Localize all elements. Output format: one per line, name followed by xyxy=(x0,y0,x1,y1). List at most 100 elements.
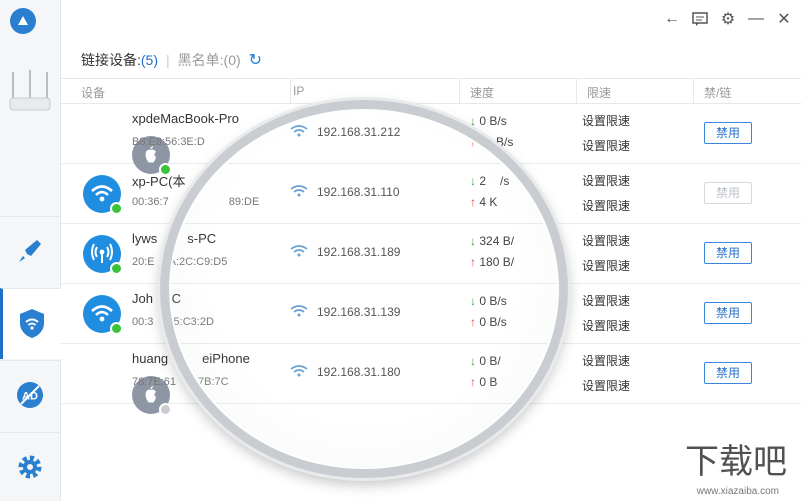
router-icon xyxy=(8,70,52,120)
ad-block-icon: AD xyxy=(15,380,45,413)
connected-count: (5) xyxy=(140,52,159,68)
down-arrow-icon: ↓ xyxy=(470,174,476,188)
device-mac-text: 00:3 xyxy=(132,316,154,328)
upload-speed-value: 0 B xyxy=(479,375,498,389)
upload-speed-value: 4 K xyxy=(479,195,498,209)
table-header: 设备 IP 速度 限速 禁/链 xyxy=(61,78,801,104)
device-ip: 192.168.31.212 xyxy=(317,125,401,139)
table-row: Joh PC 00:3 45:C3:2D 192.168.31.139 ↓ 0 B/… xyxy=(61,283,801,344)
device-mac-text: 78:7E:61 xyxy=(132,376,177,388)
download-speed: ↓ 324 B/ xyxy=(470,234,514,248)
device-mac: 00:3 45:C3:2D xyxy=(132,316,214,328)
rocket-icon xyxy=(15,236,45,269)
set-download-limit-link[interactable]: 设置限速 xyxy=(582,352,630,369)
tab-connected-label: 链接设备: xyxy=(81,52,141,68)
device-name-tail: PC xyxy=(162,291,182,306)
col-speed: 速度 xyxy=(470,86,495,100)
up-arrow-icon: ↑ xyxy=(470,315,476,329)
sidebar-item-settings[interactable] xyxy=(0,432,60,503)
sidebar: AD xyxy=(0,0,61,501)
set-upload-limit-link[interactable]: 设置限速 xyxy=(582,377,630,394)
hotspot-device-icon xyxy=(83,235,123,275)
device-tabs: 链接设备:(5) | 黑名单:(0) ↻ xyxy=(81,50,262,70)
device-name-text: xp-PC(本 xyxy=(132,174,186,189)
up-arrow-icon: ↑ xyxy=(470,255,476,269)
down-arrow-icon: ↓ xyxy=(470,234,476,248)
set-upload-limit-link[interactable]: 设置限速 xyxy=(582,137,630,154)
download-speed-value: 2 xyxy=(479,174,487,188)
device-mac-tail: 45:C3:2D xyxy=(167,316,214,328)
table-row: lyws s-PC 20:E A:2C:C9:D5 192.168.31.189 ↓… xyxy=(61,223,801,284)
col-limit: 限速 xyxy=(587,86,612,100)
device-mac: 78:7E:61 7B:7C xyxy=(132,376,229,388)
online-status-dot xyxy=(110,262,123,275)
device-name: lyws s-PC xyxy=(132,231,216,246)
up-arrow-icon: ↑ xyxy=(470,375,476,389)
upload-speed: ↑ 4 K xyxy=(470,195,497,209)
online-status-dot xyxy=(110,322,123,335)
wifi-icon xyxy=(290,185,308,200)
down-arrow-icon: ↓ xyxy=(470,114,476,128)
tab-separator: | xyxy=(166,52,170,68)
device-name-text: lyws xyxy=(132,231,158,246)
set-download-limit-link[interactable]: 设置限速 xyxy=(582,172,630,189)
wifi-device-icon xyxy=(83,295,123,335)
upload-speed-value: 180 B/ xyxy=(479,255,515,269)
device-name: xp-PC(本 xyxy=(132,171,185,190)
sidebar-item-security[interactable] xyxy=(0,288,61,359)
set-upload-limit-link[interactable]: 设置限速 xyxy=(582,197,630,214)
set-download-limit-link[interactable]: 设置限速 xyxy=(582,292,630,309)
message-icon[interactable] xyxy=(691,10,709,28)
shield-wifi-icon xyxy=(17,307,47,342)
set-upload-limit-link[interactable]: 设置限速 xyxy=(582,317,630,334)
close-icon[interactable]: ✕ xyxy=(775,10,793,28)
refresh-icon[interactable]: ↻ xyxy=(249,50,262,70)
device-ip: 192.168.31.139 xyxy=(317,305,401,319)
set-upload-limit-link[interactable]: 设置限速 xyxy=(582,257,630,274)
device-name: Joh PC xyxy=(132,291,181,306)
wifi-icon xyxy=(290,245,308,260)
down-arrow-icon: ↓ xyxy=(470,294,476,308)
set-download-limit-link[interactable]: 设置限速 xyxy=(582,112,630,129)
down-arrow-icon: ↓ xyxy=(470,354,476,368)
device-name-text: Joh xyxy=(132,291,153,306)
device-name-tail: eiPhone xyxy=(202,351,250,366)
watermark-url: www.xiazaiba.com xyxy=(696,486,779,497)
device-ip: 192.168.31.180 xyxy=(317,365,401,379)
upload-speed-value: 0 B/s xyxy=(479,315,507,329)
upload-speed: ↑ 0 B/s xyxy=(470,315,507,329)
device-mac-tail: 89:DE xyxy=(228,196,260,208)
tab-blacklist[interactable]: 黑名单:(0) xyxy=(178,50,241,70)
watermark-logo: 下载吧 xyxy=(685,442,787,482)
gear-icon[interactable]: ⚙ xyxy=(719,10,737,28)
up-arrow-icon: ↑ xyxy=(470,195,476,209)
device-mac-text: 00:36:7 xyxy=(132,196,169,208)
device-name-text: huang xyxy=(132,351,169,366)
wifi-icon xyxy=(290,305,308,320)
ban-button[interactable]: 禁用 xyxy=(704,182,752,204)
download-speed-value: 0 B/s xyxy=(479,294,507,308)
ban-button[interactable]: 禁用 xyxy=(704,302,752,324)
tab-connected-devices[interactable]: 链接设备:(5) xyxy=(81,50,158,70)
device-mac: 20:E A:2C:C9:D5 xyxy=(132,256,227,268)
device-name: huang eiPhone xyxy=(132,351,250,366)
wifi-icon xyxy=(290,365,308,380)
back-arrow-icon[interactable]: ← xyxy=(663,10,681,28)
table-row: huang eiPhone 78:7E:61 7B:7C 192.168.31.18… xyxy=(61,343,801,416)
minimize-icon[interactable]: — xyxy=(747,10,765,28)
wifi-device-icon xyxy=(83,175,123,215)
download-speed-value: 0 B/s xyxy=(479,114,507,128)
ban-button[interactable]: 禁用 xyxy=(704,362,752,384)
set-download-limit-link[interactable]: 设置限速 xyxy=(582,232,630,249)
wifi-icon xyxy=(290,125,308,140)
ban-button[interactable]: 禁用 xyxy=(704,122,752,144)
sidebar-item-speed-boost[interactable] xyxy=(0,216,60,287)
download-speed: ↓ 2/s xyxy=(470,174,509,188)
ban-button[interactable]: 禁用 xyxy=(704,242,752,264)
device-name-tail: s-PC xyxy=(187,231,217,246)
upload-speed: ↑ 180 B/ xyxy=(470,255,514,269)
sidebar-item-ad-block[interactable]: AD xyxy=(0,360,60,431)
device-ip: 192.168.31.189 xyxy=(317,245,401,259)
upload-speed-value: 24 B/s xyxy=(479,135,514,149)
col-device: 设备 xyxy=(81,86,106,100)
